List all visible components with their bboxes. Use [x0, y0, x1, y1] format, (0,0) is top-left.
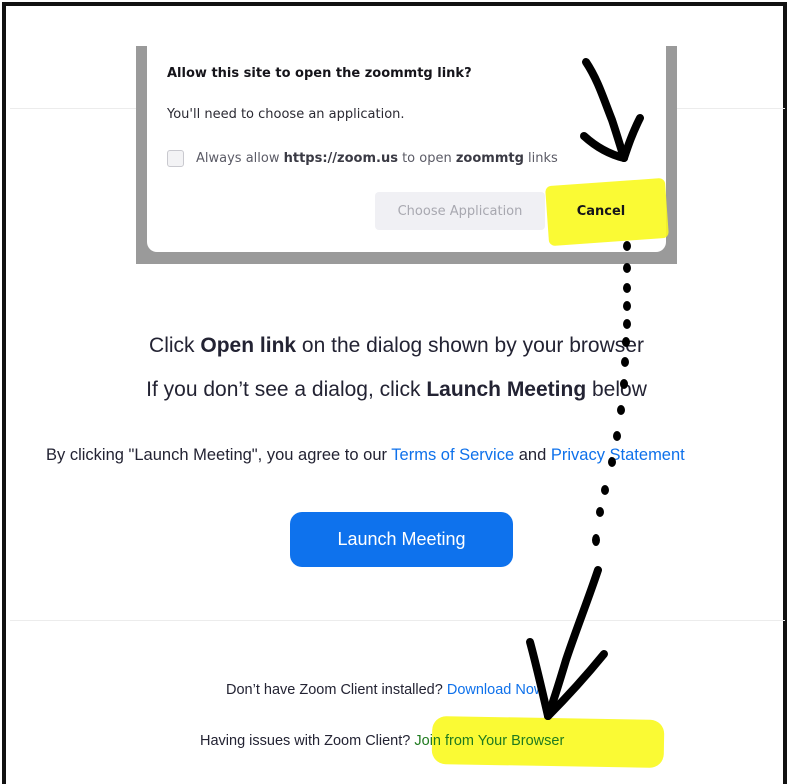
annotation-overlay: [526, 58, 644, 720]
top-arrow-head-right: [620, 114, 644, 162]
dotted-path: [592, 241, 631, 546]
bottom-arrow-head-left: [526, 638, 552, 720]
